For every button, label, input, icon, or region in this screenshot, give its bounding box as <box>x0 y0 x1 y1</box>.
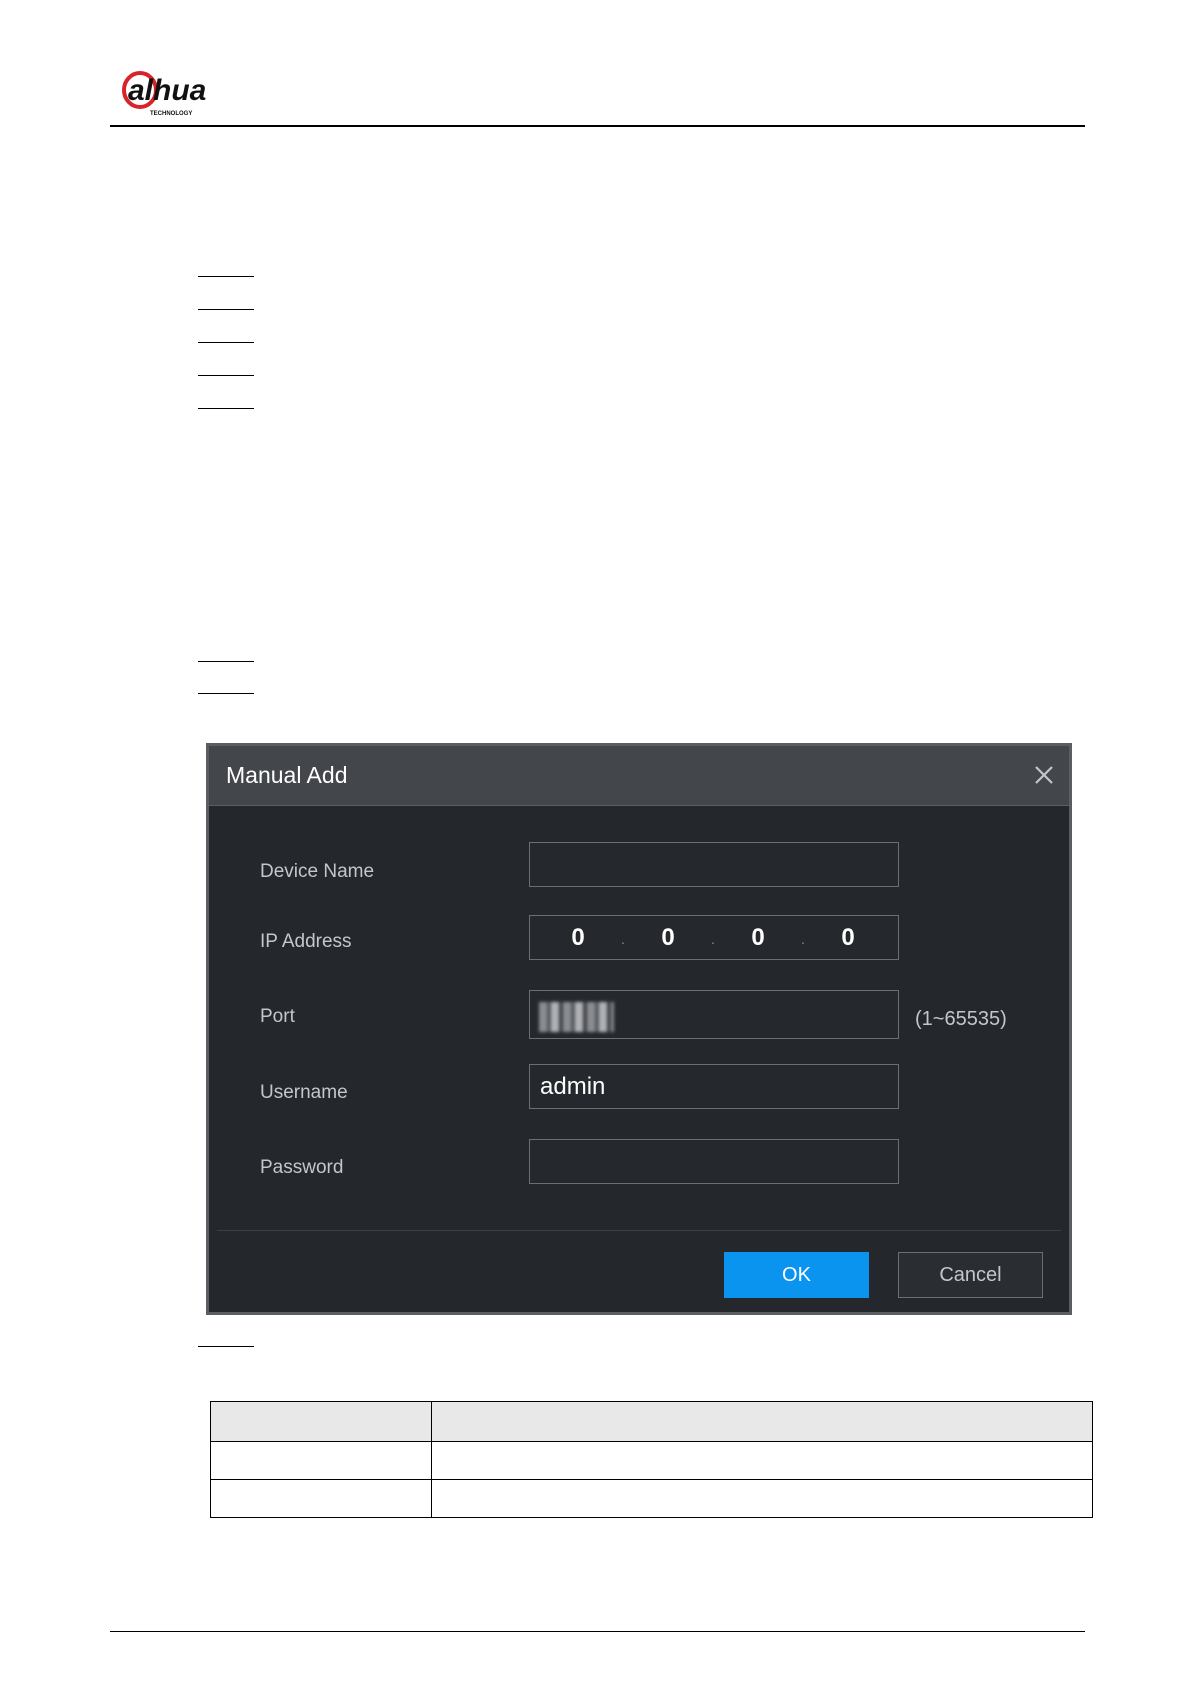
step-marker <box>198 375 254 376</box>
table-row <box>210 1441 1093 1480</box>
ip-octet-3[interactable]: 0 <box>738 924 778 952</box>
table-cell <box>210 1441 432 1480</box>
ip-address-input[interactable]: 0 . 0 . 0 . 0 <box>529 915 899 960</box>
port-label: Port <box>260 1006 295 1027</box>
table-header-parameter <box>210 1401 432 1442</box>
port-value-redacted <box>539 1002 614 1032</box>
password-label: Password <box>260 1157 344 1178</box>
ip-octet-4[interactable]: 0 <box>828 924 868 952</box>
table-header-row <box>210 1401 1093 1442</box>
svg-text:alhua: alhua <box>128 74 206 107</box>
step-marker <box>198 408 254 409</box>
device-name-input[interactable] <box>529 842 899 887</box>
username-input[interactable] <box>529 1064 899 1109</box>
step-marker <box>198 1346 254 1347</box>
dialog-title: Manual Add <box>226 762 348 788</box>
ip-separator: . <box>621 931 625 947</box>
cancel-button[interactable]: Cancel <box>898 1252 1043 1298</box>
table-cell <box>210 1479 432 1518</box>
ip-address-label: IP Address <box>260 931 352 952</box>
ip-octet-1[interactable]: 0 <box>558 924 598 952</box>
parameter-table <box>210 1401 1093 1518</box>
device-name-label: Device Name <box>260 861 375 882</box>
table-cell <box>431 1441 1093 1480</box>
port-range-hint: (1~65535) <box>915 1008 1007 1030</box>
ip-separator: . <box>711 931 715 947</box>
close-icon[interactable] <box>1033 764 1055 786</box>
svg-text:TECHNOLOGY: TECHNOLOGY <box>150 111 192 117</box>
table-cell <box>431 1479 1093 1518</box>
dahua-logo: alhua TECHNOLOGY <box>122 71 206 117</box>
step-marker <box>198 309 254 310</box>
step-marker <box>198 661 254 662</box>
username-label: Username <box>260 1082 348 1103</box>
step-marker <box>198 342 254 343</box>
header-rule <box>110 125 1085 127</box>
dialog-header: Manual Add <box>209 746 1069 806</box>
password-input[interactable] <box>529 1139 899 1184</box>
step-marker <box>198 693 254 694</box>
dialog-footer-divider <box>217 1230 1061 1231</box>
ip-separator: . <box>801 931 805 947</box>
table-header-description <box>431 1401 1093 1442</box>
step-marker <box>198 276 254 277</box>
ip-octet-2[interactable]: 0 <box>648 924 688 952</box>
manual-add-dialog: Manual Add Device Name IP Address 0 . 0 … <box>206 743 1072 1315</box>
footer-rule <box>110 1631 1085 1632</box>
table-row <box>210 1479 1093 1518</box>
ok-button[interactable]: OK <box>724 1252 869 1298</box>
